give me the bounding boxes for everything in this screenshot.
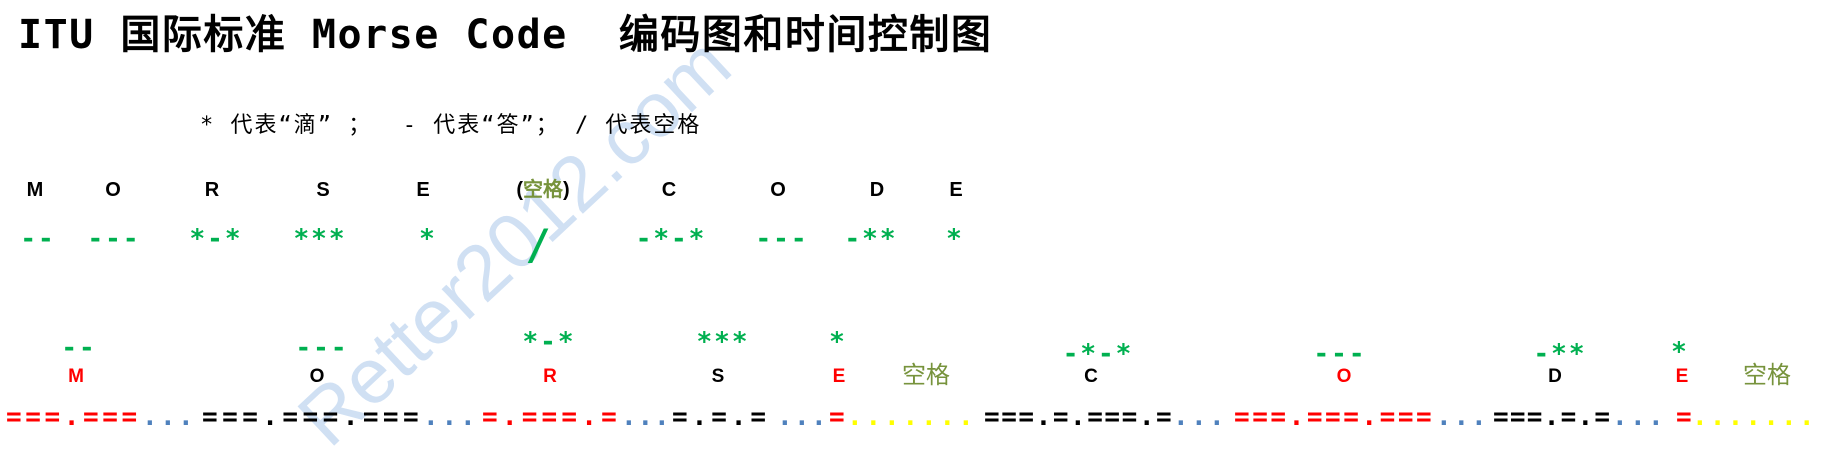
timing-letter: E	[1675, 366, 1689, 387]
timing-letter: D	[1548, 366, 1562, 387]
encoding-code: -*-*	[635, 224, 707, 254]
open-paren: (	[516, 179, 523, 201]
encoding-letter: E	[416, 179, 430, 201]
morse-code-diagram: Retter2012.com ITU 国际标准 Morse Code 编码图和时…	[0, 0, 1834, 462]
space-slash-code: /	[525, 220, 551, 269]
letter-gap: ...	[1612, 402, 1667, 432]
encoding-code: ---	[87, 224, 141, 254]
encoding-letter: M	[26, 179, 44, 201]
encoding-letter: O	[770, 179, 786, 201]
timing-segment: =	[1676, 402, 1692, 432]
timing-code: -**	[1533, 339, 1587, 369]
letter-gap: ...	[1436, 402, 1489, 432]
timing-segment: ===.===	[6, 402, 141, 432]
timing-letter: R	[543, 366, 557, 387]
letter-gap: ...	[142, 402, 197, 432]
timing-space-label: 空格	[902, 362, 950, 389]
timing-letter: S	[711, 366, 725, 387]
letter-gap: ...	[621, 402, 671, 432]
letter-gap: ...	[1173, 402, 1228, 432]
timing-segment: ===.=.=	[1493, 402, 1612, 432]
word-gap: .......	[1692, 402, 1817, 432]
timing-code: *-*	[522, 327, 576, 357]
timing-segment: ===.=.===.=	[984, 402, 1174, 432]
timing-letter: C	[1084, 366, 1098, 387]
timing-code: ***	[696, 327, 750, 357]
timing-code: --	[61, 333, 97, 363]
symbol-legend: * 代表“滴” ； - 代表“答”； / 代表空格	[200, 113, 702, 138]
timing-letter: M	[68, 366, 84, 387]
encoding-code: -**	[844, 224, 898, 254]
timing-segment: =	[829, 402, 845, 432]
timing-segment: ===.===.===	[202, 402, 424, 432]
encoding-code: *	[419, 224, 437, 254]
word-gap: .......	[847, 402, 977, 432]
timing-segment: ===.===.===	[1234, 402, 1435, 432]
timing-space-label: 空格	[1743, 362, 1791, 389]
timing-letter: O	[1336, 366, 1352, 387]
timing-segment: =.===.=	[482, 402, 621, 432]
timing-code: ---	[295, 333, 349, 363]
timing-code: *	[829, 327, 847, 357]
encoding-letter: E	[949, 179, 963, 201]
encoding-space-label: (空格)	[516, 178, 569, 202]
timing-letter: O	[309, 366, 325, 387]
encoding-code: ---	[755, 224, 809, 254]
encoding-code: --	[20, 224, 56, 254]
encoding-code: ***	[293, 224, 347, 254]
timing-code: *	[1671, 337, 1689, 367]
encoding-letter: C	[661, 179, 677, 201]
page-title: ITU 国际标准 Morse Code 编码图和时间控制图	[18, 12, 993, 58]
timing-segment: =.=.=	[672, 402, 771, 432]
encoding-letter: O	[105, 179, 121, 201]
encoding-code: *	[946, 224, 964, 254]
encoding-letter: S	[316, 179, 330, 201]
encoding-code: *-*	[189, 224, 243, 254]
space-word: 空格	[523, 179, 563, 201]
timing-code: ---	[1313, 339, 1367, 369]
letter-gap: ...	[777, 402, 829, 432]
encoding-letter: D	[869, 179, 885, 201]
close-paren: )	[563, 179, 570, 201]
timing-letter: E	[832, 366, 846, 387]
letter-gap: ...	[423, 402, 479, 432]
timing-code: -*-*	[1062, 339, 1134, 369]
encoding-letter: R	[204, 179, 220, 201]
